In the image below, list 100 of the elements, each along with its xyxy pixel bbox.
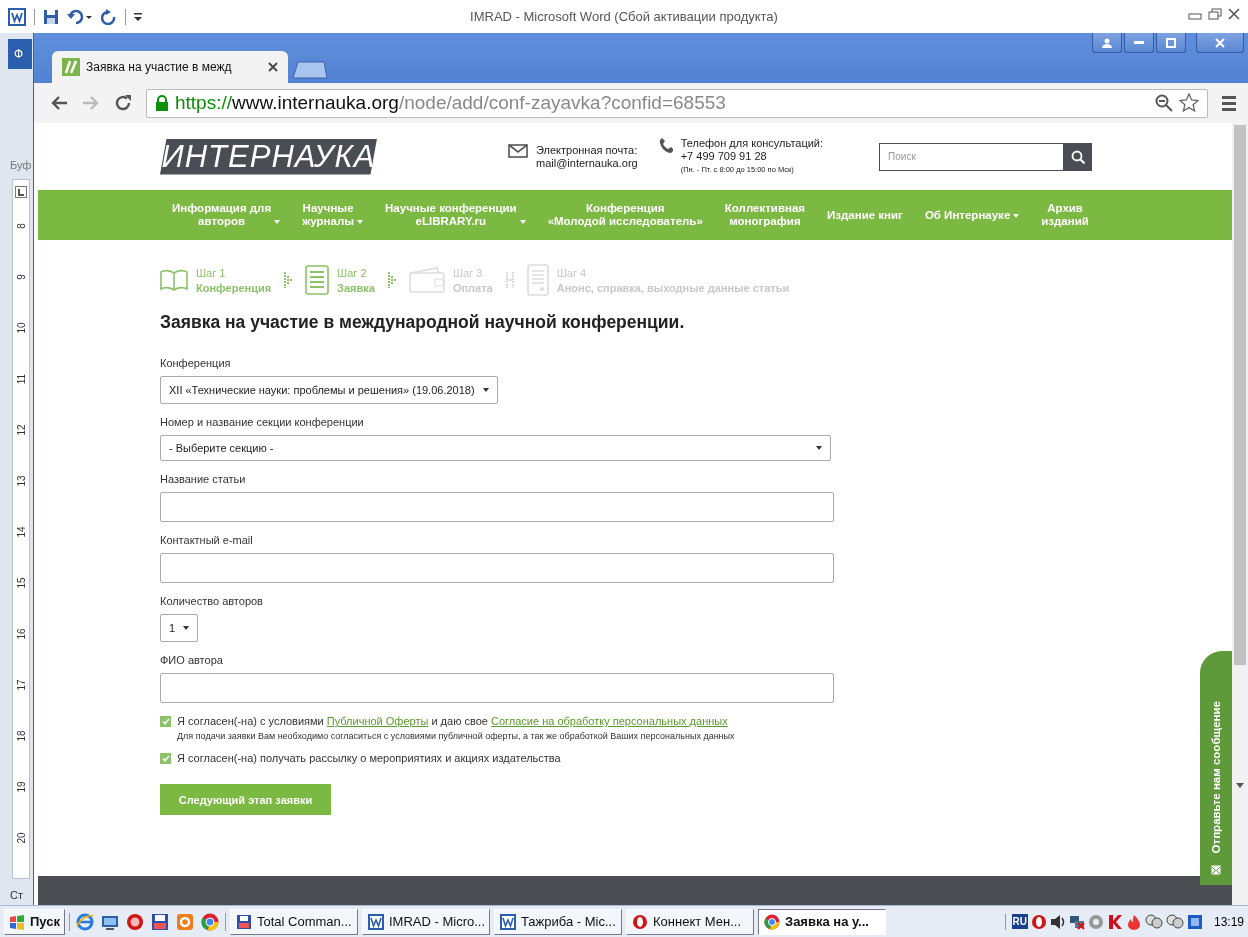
document-icon — [526, 264, 549, 296]
select-field[interactable]: - Выберите секцию - — [160, 435, 831, 461]
taskbar-button[interactable]: Тажриба - Mic... — [494, 908, 622, 935]
people-icon[interactable] — [1165, 913, 1184, 930]
opera-icon[interactable] — [1030, 913, 1047, 930]
ruler-number: 20 — [14, 831, 28, 846]
star-icon[interactable] — [1179, 93, 1199, 113]
search-icon — [1071, 149, 1086, 164]
checkbox[interactable] — [160, 715, 171, 727]
contact-label: Телефон для консультаций: — [680, 137, 824, 150]
language-indicator[interactable]: RU — [1011, 914, 1028, 929]
taskbar-button[interactable]: IMRAD - Micro... — [362, 908, 490, 935]
browser-e-icon[interactable] — [76, 912, 94, 931]
start-button[interactable]: Пуск — [4, 908, 65, 935]
search-field[interactable]: Поиск — [879, 142, 1065, 171]
undo-icon[interactable] — [67, 8, 93, 25]
field-label: Контактный e-mail — [160, 534, 253, 546]
input-field[interactable] — [160, 492, 834, 522]
restore-icon[interactable] — [1208, 8, 1222, 20]
floppy-icon[interactable] — [151, 912, 169, 931]
envelope-icon — [508, 143, 528, 158]
zoom-icon[interactable] — [1155, 94, 1173, 112]
minimize-button[interactable] — [1124, 33, 1154, 53]
check-icon — [161, 717, 170, 725]
speaker-icon[interactable] — [1049, 913, 1066, 930]
ruler-number: 12 — [14, 423, 28, 438]
step-number: Шаг 1 — [196, 266, 227, 279]
checkbox[interactable] — [160, 752, 171, 764]
select-field[interactable]: 1 — [160, 614, 199, 642]
form-title: Заявка на участие в международной научной конференции. — [160, 312, 685, 333]
customize-caret-icon[interactable] — [134, 10, 142, 23]
scrollbar[interactable] — [1232, 123, 1248, 905]
file-tab[interactable]: Ф — [8, 39, 32, 69]
url-text: https://www.internauka.org/node/add/conf-zayavka?confid=68553 — [175, 92, 726, 114]
word-app-icon[interactable] — [8, 7, 26, 26]
close-button[interactable] — [1196, 33, 1244, 53]
ruler-number: 10 — [14, 321, 28, 336]
ruler-number: 8 — [14, 222, 28, 231]
caret-icon — [183, 626, 190, 630]
step-arrow-icon — [386, 271, 397, 289]
chrome-circle-icon — [764, 913, 780, 930]
field-label: Номер и название секции конференции — [160, 416, 364, 428]
address-bar[interactable]: https://www.internauka.org/node/add/conf-zayavka?confid=68553 — [146, 88, 1208, 118]
scroll-down-icon[interactable] — [1236, 782, 1244, 788]
taskbar-button[interactable]: Коннект Мен... — [626, 908, 754, 935]
chrome-circle-icon[interactable] — [201, 912, 219, 931]
input-field[interactable] — [160, 553, 834, 583]
caret-icon — [274, 220, 281, 224]
agreement-link[interactable]: Публичной Оферты — [326, 715, 429, 727]
flame-icon[interactable] — [1125, 913, 1142, 930]
tab-selector-icon[interactable] — [15, 186, 27, 198]
contact-phone: +7 499 709 91 28 — [680, 150, 768, 163]
step-name: Заявка — [337, 281, 375, 294]
select-field[interactable]: XII «Технические науки: проблемы и решения» (19.06.2018) — [160, 376, 498, 404]
ruler-number: 14 — [14, 525, 28, 540]
people-icon[interactable] — [1144, 913, 1163, 930]
input-field[interactable] — [160, 673, 834, 703]
field-label: Количество авторов — [160, 595, 263, 607]
menu-icon[interactable] — [1222, 95, 1236, 111]
contact-email: mail@internauka.org — [536, 156, 638, 170]
agreement-text: Я согласен(-на) с условиями Публичной Оферты и даю свое Согласие на обработку персональных данных — [177, 715, 728, 727]
new-tab-icon[interactable] — [292, 61, 328, 79]
book-icon — [160, 269, 188, 291]
caret-icon — [1013, 213, 1020, 218]
ruler-number: 17 — [14, 678, 28, 693]
minimize-icon — [1134, 41, 1144, 44]
taskbar-button[interactable]: Заявка на у... — [758, 908, 886, 935]
phone-icon — [658, 137, 673, 153]
opera-icon — [632, 913, 648, 930]
agreement-link[interactable]: Согласие на обработку персональных данных — [491, 715, 728, 727]
close-icon[interactable] — [268, 62, 278, 72]
media-player-icon[interactable] — [126, 912, 144, 931]
window-title: IMRAD - Microsoft Word (Сбой активации продукта) — [469, 9, 779, 24]
antivirus-icon[interactable] — [1106, 913, 1123, 930]
redo-icon[interactable] — [101, 8, 117, 25]
search-button[interactable] — [1064, 142, 1093, 171]
close-icon — [1215, 37, 1225, 48]
contact-label: Электронная почта: — [536, 143, 638, 157]
site-favicon-icon — [62, 58, 80, 76]
taskbar-button[interactable]: Total Comman... — [230, 908, 358, 935]
field-label: Название статьи — [160, 473, 246, 485]
close-icon[interactable] — [1228, 8, 1240, 20]
reload-icon[interactable] — [114, 94, 132, 112]
step-arrow-icon — [504, 271, 515, 289]
save-icon[interactable] — [43, 8, 59, 25]
person-icon — [1102, 37, 1112, 48]
maximize-button[interactable] — [1156, 33, 1186, 53]
app-ring-icon[interactable] — [176, 912, 194, 931]
profile-button[interactable] — [1092, 33, 1122, 53]
browser-tab[interactable]: Заявка на участие в межд — [52, 51, 288, 83]
caret-icon — [816, 446, 822, 450]
step-name: Конференция — [196, 281, 272, 294]
monitor-icon[interactable] — [1186, 913, 1203, 930]
wallet-icon — [408, 267, 445, 293]
step-arrow-icon — [283, 271, 294, 289]
ruler-number: 18 — [14, 729, 28, 744]
site-logo[interactable]: ИНТЕРНАУКА — [160, 138, 377, 175]
back-icon[interactable] — [50, 95, 68, 111]
network-icon[interactable] — [1068, 913, 1085, 930]
maximize-icon — [1166, 37, 1176, 48]
